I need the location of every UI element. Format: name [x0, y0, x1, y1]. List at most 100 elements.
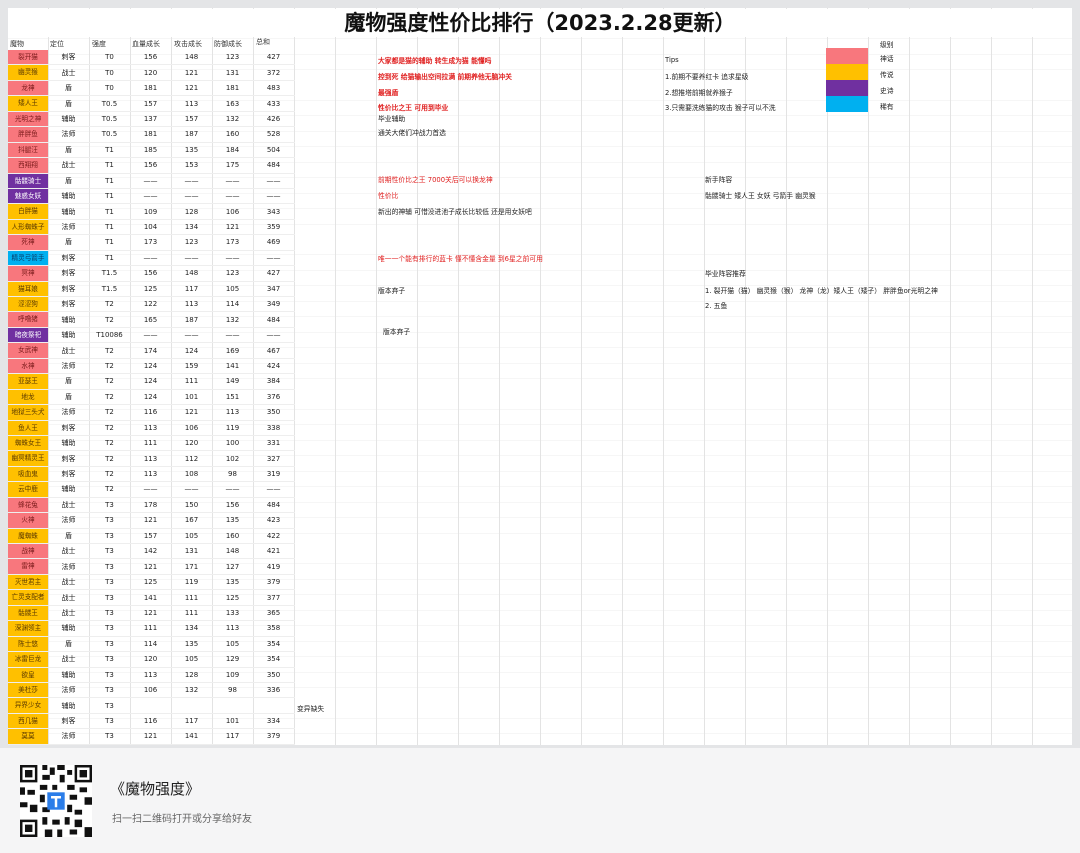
note: 唯一一个能有排行的蓝卡 懂不懂含金量 到6星之前可用 — [378, 255, 543, 263]
table-row: 云中鹿 辅助 T2 —— —— —— —— — [8, 482, 295, 498]
hp-growth: 125 — [143, 284, 158, 293]
monster-name: 魔蜘蛛 — [8, 528, 48, 543]
total: 350 — [266, 670, 281, 679]
table-row: 蜘蛛女王 辅助 T2 111 120 100 331 — [8, 435, 295, 452]
hp-growth: 114 — [143, 639, 158, 648]
def-growth: 173 — [225, 238, 240, 247]
atk-growth: 101 — [184, 392, 199, 401]
header-def: 防御成长 — [214, 40, 242, 48]
hp-growth: 156 — [143, 161, 158, 170]
monster-name: 精灵弓箭手 — [8, 250, 48, 266]
table-row: 冰雷巨龙 战士 T3 120 105 129 354 — [8, 652, 295, 668]
total: 372 — [266, 68, 281, 77]
monster-name: 幽冥精灵王 — [8, 451, 48, 466]
monster-name: 光明之神 — [8, 111, 48, 127]
atk-growth: 135 — [184, 639, 199, 648]
atk-growth: 121 — [184, 84, 199, 93]
total: 484 — [266, 500, 281, 509]
atk-growth: 171 — [184, 562, 199, 571]
hp-growth: 109 — [143, 207, 158, 216]
hp-growth: —— — [143, 192, 158, 201]
tier: T1.5 — [101, 269, 118, 278]
hp-growth: 113 — [143, 423, 158, 432]
def-growth: 160 — [225, 531, 240, 540]
atk-growth: 187 — [184, 315, 199, 324]
tier: T1 — [105, 253, 114, 262]
total: 421 — [266, 547, 281, 556]
level-swatch-rare — [826, 96, 868, 112]
monster-name: 战神 — [8, 544, 48, 559]
tier: T1 — [105, 161, 114, 170]
hp-growth: 157 — [143, 531, 158, 540]
monster-name: 地狱三头犬 — [8, 405, 48, 420]
hp-growth: —— — [143, 253, 158, 262]
level-name: 史诗 — [880, 87, 894, 95]
def-growth: 129 — [225, 655, 240, 664]
atk-growth: 187 — [184, 130, 199, 139]
total: 354 — [266, 655, 281, 664]
tier: T1 — [105, 207, 114, 216]
monster-name: 暗夜祭祀 — [8, 327, 48, 343]
endgame-item: 2. 五鱼 — [705, 302, 728, 310]
total: 331 — [266, 439, 281, 448]
table-row: 骷髅骑士 盾 T1 —— —— —— —— — [8, 173, 295, 189]
role: 刺客 — [61, 300, 76, 309]
monster-name: 冰雷巨龙 — [8, 652, 48, 667]
note: 控到死 给猫输出空间拉满 前期养他无脑冲关 — [378, 73, 512, 81]
tier: T3 — [105, 686, 114, 695]
atk-growth: 105 — [184, 531, 199, 540]
tip-item: 2.想推塔前期就养猴子 — [665, 89, 733, 97]
table-row: 抖腿汪 盾 T1 185 135 184 504 — [8, 142, 295, 159]
role: 战士 — [61, 500, 76, 509]
role: 战士 — [61, 547, 76, 556]
role: 刺客 — [61, 423, 76, 432]
table-row: 灭世君主 战士 T3 125 119 135 379 — [8, 574, 295, 591]
table-row: 莫莫 法师 T3 121 141 117 379 — [8, 729, 295, 745]
table-row: 冥神 刺客 T1.5 156 148 123 427 — [8, 266, 295, 282]
qr-code-icon[interactable] — [20, 765, 92, 837]
role: 战士 — [61, 346, 76, 355]
table-row: 战神 战士 T3 142 131 148 421 — [8, 544, 295, 560]
table-row: 精灵弓箭手 刺客 T1 —— —— —— —— — [8, 250, 295, 267]
table-row: 地狱三头犬 法师 T2 116 121 113 350 — [8, 405, 295, 421]
hp-growth: 181 — [143, 84, 158, 93]
total: —— — [266, 253, 281, 262]
hp-growth: 178 — [143, 500, 158, 509]
monster-name: 死神 — [8, 235, 48, 250]
tier: T0 — [105, 53, 114, 62]
table-row: 女武神 战士 T2 174 124 169 467 — [8, 343, 295, 359]
def-growth: 113 — [225, 624, 240, 633]
def-growth: 117 — [225, 732, 240, 741]
atk-growth: 117 — [184, 284, 199, 293]
table-row: 幽灵猴 战士 T0 120 121 131 372 — [8, 65, 295, 81]
atk-growth: 121 — [184, 68, 199, 77]
monster-name: 美杜莎 — [8, 682, 48, 698]
monster-name: 涩涩狗 — [8, 297, 48, 312]
hp-growth: 106 — [143, 686, 158, 695]
hp-growth: 116 — [143, 717, 158, 726]
tier: T1 — [105, 145, 114, 154]
atk-growth: 120 — [184, 439, 199, 448]
atk-growth: 111 — [184, 608, 199, 617]
monster-name: 异界少女 — [8, 698, 48, 713]
role: 法师 — [61, 408, 76, 417]
note: 大家都是猫的辅助 转生成为猫 能懂吗 — [378, 57, 492, 65]
total: 484 — [266, 315, 281, 324]
role: 辅助 — [61, 439, 76, 448]
monster-name: 雷神 — [8, 559, 48, 574]
note: 变异缺失 — [297, 705, 325, 713]
monster-name: 骷髅骑士 — [8, 173, 48, 188]
monster-name: 地龙 — [8, 389, 48, 405]
total: 377 — [266, 593, 281, 602]
tier: T3 — [105, 717, 114, 726]
table-row: 雷神 法师 T3 121 171 127 419 — [8, 559, 295, 575]
def-growth: 131 — [225, 68, 240, 77]
hp-growth: —— — [143, 485, 158, 494]
header-atk: 攻击成长 — [174, 40, 202, 48]
atk-growth: 124 — [184, 346, 199, 355]
total: 384 — [266, 377, 281, 386]
tier: T2 — [105, 439, 114, 448]
total: 347 — [266, 284, 281, 293]
tier: T0.5 — [101, 99, 118, 108]
atk-growth: 113 — [184, 300, 199, 309]
